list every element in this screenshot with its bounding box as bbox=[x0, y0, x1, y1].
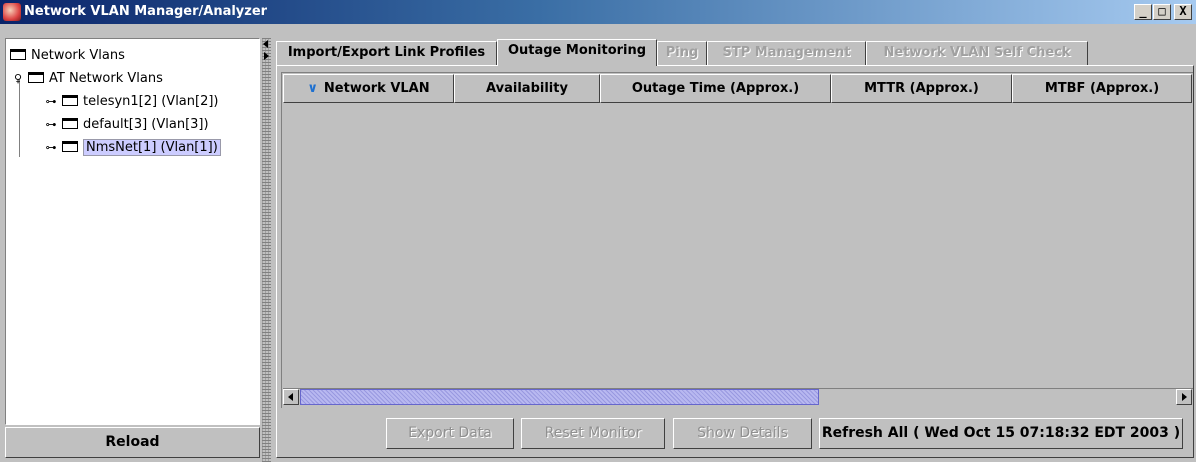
tree-item[interactable]: ⊶ default[3] (Vlan[3]) bbox=[43, 116, 209, 134]
tree-item-label: default[3] (Vlan[3]) bbox=[83, 117, 209, 132]
key-handle-icon[interactable]: ⊶ bbox=[43, 93, 59, 111]
reset-monitor-button[interactable]: Reset Monitor bbox=[521, 418, 665, 449]
right-arrow-icon bbox=[1182, 393, 1187, 401]
vlan-tree[interactable]: Network Vlans ♀ AT Network Vlans ⊶ telesyn… bbox=[5, 38, 260, 425]
tree-item-selected[interactable]: ⊶ NmsNet[1] (Vlan[1]) bbox=[43, 139, 221, 157]
minimize-button[interactable]: _ bbox=[1134, 4, 1152, 20]
tab-network-vlan-self-check[interactable]: Network VLAN Self Check bbox=[866, 41, 1088, 65]
scroll-right-button[interactable] bbox=[1176, 389, 1192, 405]
folder-icon bbox=[28, 72, 44, 83]
folder-icon bbox=[10, 49, 26, 60]
chevron-down-icon: ∨ bbox=[307, 81, 318, 96]
tree-item-label: telesyn1[2] (Vlan[2]) bbox=[83, 94, 219, 109]
window-title: Network VLAN Manager/Analyzer bbox=[24, 4, 268, 19]
tree-connector-line bbox=[19, 79, 20, 157]
tree-root-label: Network Vlans bbox=[31, 48, 125, 63]
maximize-button[interactable]: □ bbox=[1153, 4, 1171, 20]
export-data-button[interactable]: Export Data bbox=[386, 418, 514, 449]
tab-import-export[interactable]: Import/Export Link Profiles bbox=[276, 41, 497, 65]
pin-handle-icon[interactable]: ♀ bbox=[10, 70, 26, 88]
show-details-button[interactable]: Show Details bbox=[673, 418, 812, 449]
tree-group[interactable]: ♀ AT Network Vlans bbox=[10, 70, 163, 88]
tab-outage-monitoring[interactable]: Outage Monitoring bbox=[497, 39, 657, 66]
scroll-left-button[interactable] bbox=[283, 389, 299, 405]
column-header-mttr[interactable]: MTTR (Approx.) bbox=[831, 74, 1012, 103]
column-header-availability[interactable]: Availability bbox=[454, 74, 600, 103]
column-header-network-vlan[interactable]: ∨ Network VLAN bbox=[283, 74, 454, 103]
split-pane-divider[interactable] bbox=[262, 38, 271, 462]
refresh-all-button[interactable]: Refresh All ( Wed Oct 15 07:18:32 EDT 20… bbox=[819, 418, 1183, 449]
close-button[interactable]: X bbox=[1174, 4, 1192, 20]
left-arrow-icon bbox=[288, 393, 293, 401]
collapse-left-arrow-icon[interactable] bbox=[263, 40, 268, 48]
tree-item-label: NmsNet[1] (Vlan[1]) bbox=[83, 139, 221, 156]
key-handle-icon[interactable]: ⊶ bbox=[43, 139, 59, 157]
column-header-outage-time[interactable]: Outage Time (Approx.) bbox=[600, 74, 831, 103]
tab-ping[interactable]: Ping bbox=[657, 41, 707, 65]
reload-button[interactable]: Reload bbox=[5, 427, 260, 458]
outage-table[interactable] bbox=[281, 72, 1193, 408]
expand-right-arrow-icon[interactable] bbox=[264, 52, 269, 60]
key-handle-icon[interactable]: ⊶ bbox=[43, 116, 59, 134]
tab-stp-management[interactable]: STP Management bbox=[707, 41, 866, 65]
scrollbar-thumb[interactable] bbox=[300, 389, 819, 405]
column-header-label: Network VLAN bbox=[323, 81, 430, 96]
tree-root[interactable]: Network Vlans bbox=[10, 47, 125, 65]
folder-icon bbox=[62, 141, 78, 152]
folder-icon bbox=[62, 95, 78, 106]
tree-group-label: AT Network Vlans bbox=[49, 71, 163, 86]
column-header-mtbf[interactable]: MTBF (Approx.) bbox=[1012, 74, 1192, 103]
tree-item[interactable]: ⊶ telesyn1[2] (Vlan[2]) bbox=[43, 93, 219, 111]
folder-icon bbox=[62, 118, 78, 129]
app-icon[interactable] bbox=[3, 3, 21, 21]
